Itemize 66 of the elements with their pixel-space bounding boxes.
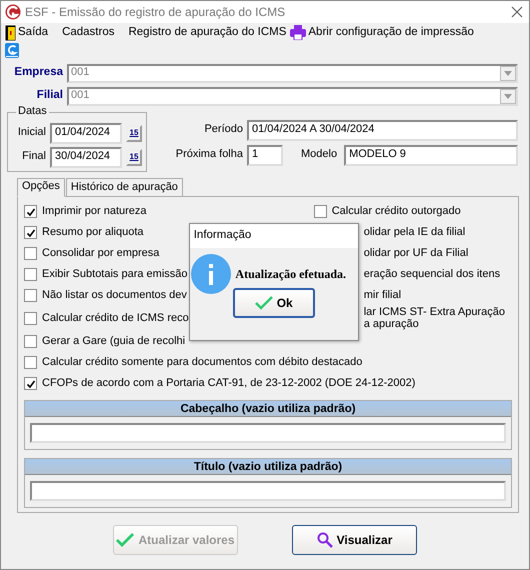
text-input[interactable] [30, 481, 506, 501]
field-label: Final [21, 150, 46, 164]
checkbox[interactable] [24, 377, 37, 390]
field-label: Filial [36, 89, 63, 103]
section-header: Título (vazio utiliza padrão) [25, 459, 511, 475]
checkbox[interactable] [314, 204, 327, 218]
option-label: Resumo por aliquota [42, 226, 144, 239]
printer-icon [290, 25, 306, 40]
check-icon [116, 533, 134, 547]
tab[interactable]: Histórico de apuração [66, 178, 183, 196]
date-field[interactable]: 30/04/2024 [50, 146, 122, 168]
dialog-title: Informação [190, 224, 358, 248]
menu-item[interactable]: Registro de apuração do ICMS [128, 26, 286, 40]
field-label: Próxima folha [174, 148, 243, 162]
checkbox[interactable] [24, 246, 37, 260]
checkbox[interactable] [24, 335, 37, 348]
checkbox[interactable] [24, 268, 37, 281]
option-label: Calcular crédito de ICMS reco [42, 312, 189, 325]
close-icon[interactable] [511, 6, 523, 18]
checkbox[interactable] [24, 288, 37, 302]
menu-item[interactable]: Saída [5, 24, 48, 41]
option-label: eração sequencial dos itens [364, 268, 500, 281]
menu-item[interactable]: Abrir configuração de impressão [290, 25, 474, 40]
option-label: mir filial [364, 288, 402, 302]
option-label: CFOPs de acordo com a Portaria CAT-91, de 23-12-2002 (DOE 24-12-2002) [42, 376, 416, 390]
search-icon [316, 532, 333, 548]
period-field[interactable]: 01/04/2024 A 30/04/2024 [247, 120, 518, 141]
option-label: olidar pela IE da filial [364, 226, 466, 239]
check-icon [254, 296, 273, 310]
field-label: Empresa [13, 66, 63, 80]
check-icon [25, 378, 36, 389]
tab[interactable]: Opções [17, 178, 65, 197]
window-title: ESF - Emissão do registro de apuração do ICMS [25, 4, 286, 20]
field-label: Inicial [16, 126, 46, 140]
field-label: Período [203, 123, 243, 137]
checkbox[interactable] [24, 204, 37, 218]
option-label: Exibir Subtotais para emissão [42, 268, 188, 281]
dialog-message: Atualização efetuada. [235, 266, 346, 281]
model-field[interactable]: MODELO 9 [344, 144, 518, 166]
option-label: Imprimir por natureza [42, 204, 147, 218]
text-input[interactable] [30, 423, 506, 443]
check-icon [25, 226, 36, 238]
checkbox[interactable] [24, 356, 37, 369]
option-label: Gerar a Gare (guia de recolhi [42, 334, 186, 348]
option-label: Calcular crédito outorgado [332, 204, 461, 218]
option-label: Consolidar por empresa [42, 246, 160, 260]
option-label: olidar por UF da Filial [364, 246, 468, 260]
door-icon [5, 24, 16, 41]
option-label: lar ICMS ST- Extra Apuração a apuração [364, 306, 505, 331]
app-shortcut-icon[interactable] [5, 42, 19, 58]
menu-item[interactable]: Cadastros [62, 26, 114, 40]
action-button[interactable]: Visualizar [292, 525, 417, 555]
info-icon [191, 254, 232, 294]
date-field[interactable]: 01/04/2024 [50, 122, 122, 144]
page-number-field[interactable]: 1 [247, 144, 283, 166]
calendar-button[interactable]: 15 [126, 148, 142, 166]
app-logo-icon [5, 4, 21, 20]
ok-button[interactable]: Ok [232, 288, 315, 318]
checkbox[interactable] [24, 312, 37, 325]
checkbox[interactable] [24, 226, 37, 239]
option-label: Não listar os documentos dev [42, 288, 187, 302]
field-label: Modelo [301, 148, 338, 162]
check-icon [25, 206, 36, 217]
option-label: Calcular crédito somente para documentos com débito destacado [42, 356, 362, 370]
calendar-button[interactable]: 15 [126, 124, 142, 142]
section-header: Cabeçalho (vazio utiliza padrão) [25, 401, 511, 417]
